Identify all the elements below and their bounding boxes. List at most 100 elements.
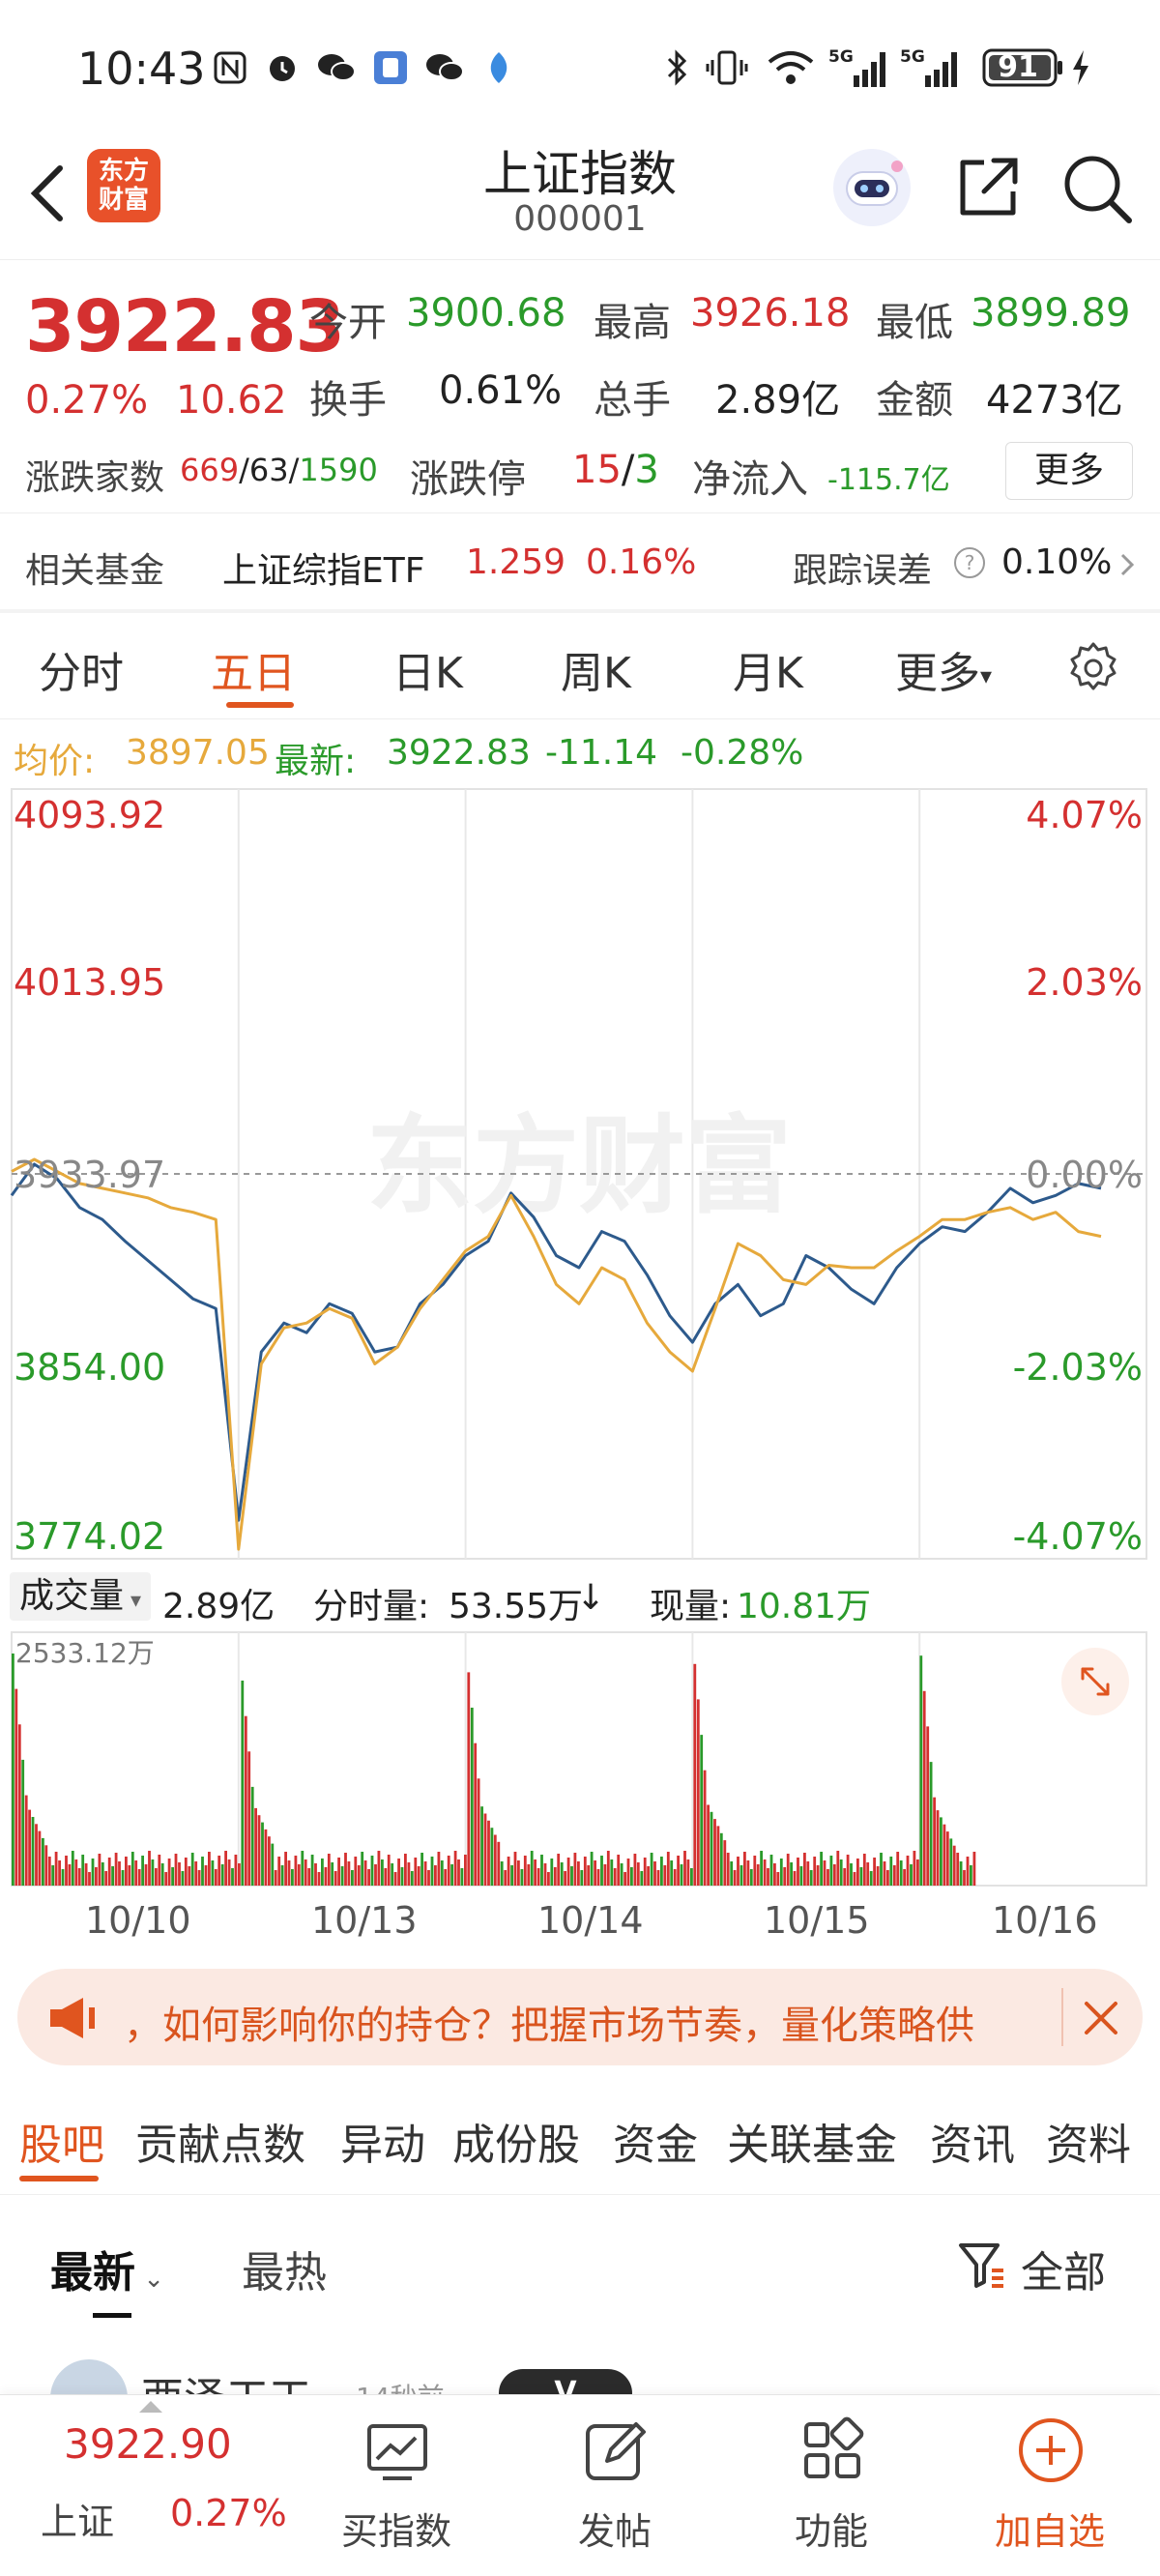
share-icon[interactable]: [951, 151, 1025, 224]
tab-daily-k[interactable]: 日K: [392, 638, 463, 700]
volume-chart-area[interactable]: 2533.12万: [0, 1628, 1160, 1889]
svg-text:?: ?: [965, 551, 975, 574]
volume-bar: [344, 1853, 347, 1886]
expand-icon[interactable]: [1061, 1648, 1129, 1715]
volume-bar: [949, 1838, 953, 1886]
volume-bar: [208, 1852, 211, 1886]
volume-bar: [310, 1855, 314, 1886]
limit-sep: /: [621, 448, 635, 492]
nav-add-watchlist[interactable]: 加自选: [963, 2395, 1137, 2576]
volume-bar: [384, 1868, 388, 1886]
volume-bar: [940, 1817, 942, 1886]
filter-all[interactable]: 全部: [1021, 2238, 1106, 2299]
volume-bar: [580, 1870, 584, 1886]
related-fund-row[interactable]: 相关基金 上证综指ETF 1.259 0.16% 跟踪误差 ? 0.10%: [0, 512, 1160, 609]
volume-chart[interactable]: [0, 1628, 1160, 1889]
nav-post[interactable]: 发帖: [528, 2395, 702, 2576]
post-preview[interactable]: 西泽工工 14秒前 V: [0, 2330, 1160, 2398]
volume-bar: [483, 1813, 487, 1886]
tab-intraday[interactable]: 分时: [39, 638, 124, 700]
volume-bar: [859, 1867, 863, 1886]
tab-five-day[interactable]: 五日: [211, 638, 296, 700]
volume-bar: [916, 1859, 919, 1886]
nav-index-quote[interactable]: 3922.90 上证 0.27%: [0, 2395, 290, 2576]
volume-bar: [178, 1862, 181, 1886]
ai-assistant-icon[interactable]: [829, 145, 914, 230]
tab-profile[interactable]: 资料: [1046, 2110, 1131, 2172]
volume-bar: [470, 1708, 474, 1886]
volume-bar: [590, 1852, 594, 1886]
more-button[interactable]: 更多: [1005, 442, 1133, 500]
add-circle-icon: [1019, 2418, 1083, 2482]
tab-weekly-k[interactable]: 周K: [561, 638, 631, 700]
volume-bar: [633, 1854, 637, 1886]
tab-related-funds[interactable]: 关联基金: [727, 2110, 897, 2172]
post-author[interactable]: 西泽工工: [141, 2363, 311, 2398]
tab-more[interactable]: 更多▾: [895, 638, 992, 700]
tab-news[interactable]: 资讯: [930, 2110, 1015, 2172]
volume-bar: [480, 1806, 483, 1886]
avatar[interactable]: [50, 2359, 128, 2398]
volume-bar: [277, 1857, 281, 1886]
help-icon[interactable]: ?: [953, 546, 986, 579]
filter-icon[interactable]: [955, 2238, 1009, 2292]
volume-bar: [716, 1826, 720, 1886]
volume-bar: [268, 1836, 271, 1886]
volume-bar: [686, 1859, 690, 1886]
volume-selector[interactable]: 成交量 ▾: [10, 1572, 152, 1621]
tab-constituents[interactable]: 成份股: [452, 2110, 580, 2172]
nav-functions[interactable]: 功能: [744, 2395, 918, 2576]
promo-banner[interactable]: ，如何影响你的持仓？把握市场节奏，量化策略供: [17, 1969, 1143, 2065]
volume-bar: [437, 1852, 441, 1886]
volume-bar: [769, 1855, 773, 1886]
volume-bar: [181, 1871, 185, 1886]
volume-bar: [783, 1867, 787, 1886]
tab-contribution[interactable]: 贡献点数: [135, 2110, 305, 2172]
volume-bar: [972, 1852, 976, 1886]
volume-bar: [790, 1862, 793, 1886]
wechat-icon-2: [423, 48, 466, 87]
volume-bar: [188, 1866, 191, 1886]
close-icon[interactable]: [1077, 1994, 1125, 2042]
tab-monthly-k[interactable]: 月K: [733, 638, 803, 700]
volume-bar: [61, 1869, 65, 1886]
volume-bar: [314, 1863, 317, 1886]
search-icon[interactable]: [1059, 151, 1137, 228]
price-chart-area[interactable]: 东方财富 4093.92 4013.95 3933.97 3854.00 3774.02 4…: [0, 787, 1160, 1561]
volume-bar: [12, 1654, 14, 1886]
tab-forum[interactable]: 股吧: [19, 2110, 104, 2172]
tab-movement[interactable]: 异动: [340, 2110, 425, 2172]
volume-bar: [51, 1865, 55, 1886]
sort-latest[interactable]: 最新 ⌄: [50, 2238, 164, 2299]
volume-bar: [906, 1856, 910, 1886]
svg-text:5G: 5G: [900, 47, 925, 67]
tab-capital[interactable]: 资金: [613, 2110, 698, 2172]
volume-bar: [247, 1751, 251, 1886]
volume-bar: [28, 1809, 31, 1886]
volume-max-label: 2533.12万: [15, 1637, 155, 1669]
quote-panel: 3922.83 0.27% 10.62 今开 3900.68 最高 3926.1…: [0, 259, 1160, 512]
volume-bar: [65, 1856, 68, 1886]
volume-bar: [557, 1854, 561, 1886]
five-day-price-chart[interactable]: 东方财富 4093.92 4013.95 3933.97 3854.00 3774.02 4…: [0, 787, 1160, 1561]
chart-settings-icon[interactable]: [1063, 638, 1123, 698]
sort-hot[interactable]: 最热: [242, 2238, 327, 2299]
signal-5g-icon-1: 5G: [827, 47, 891, 87]
volume-bar: [673, 1869, 677, 1886]
volume-bar: [104, 1871, 108, 1886]
latest-label: 最新:: [275, 742, 357, 781]
volume-bar: [793, 1871, 797, 1886]
volume-bar: [896, 1852, 900, 1886]
low-label: 最低: [876, 301, 953, 345]
volume-bar: [363, 1860, 367, 1886]
volume-bar: [141, 1856, 144, 1886]
nav-buy-index[interactable]: 买指数: [309, 2395, 483, 2576]
volume-bar: [457, 1859, 460, 1886]
limit-values: 15/3: [572, 448, 659, 492]
bottom-nav: 3922.90 上证 0.27% 买指数 发帖 功能 加自选: [0, 2394, 1160, 2576]
volume-bar: [663, 1865, 667, 1886]
volume-bar: [98, 1854, 102, 1886]
volume-bar: [121, 1870, 125, 1886]
volume-bar: [130, 1852, 134, 1886]
volume-bar: [933, 1797, 936, 1886]
